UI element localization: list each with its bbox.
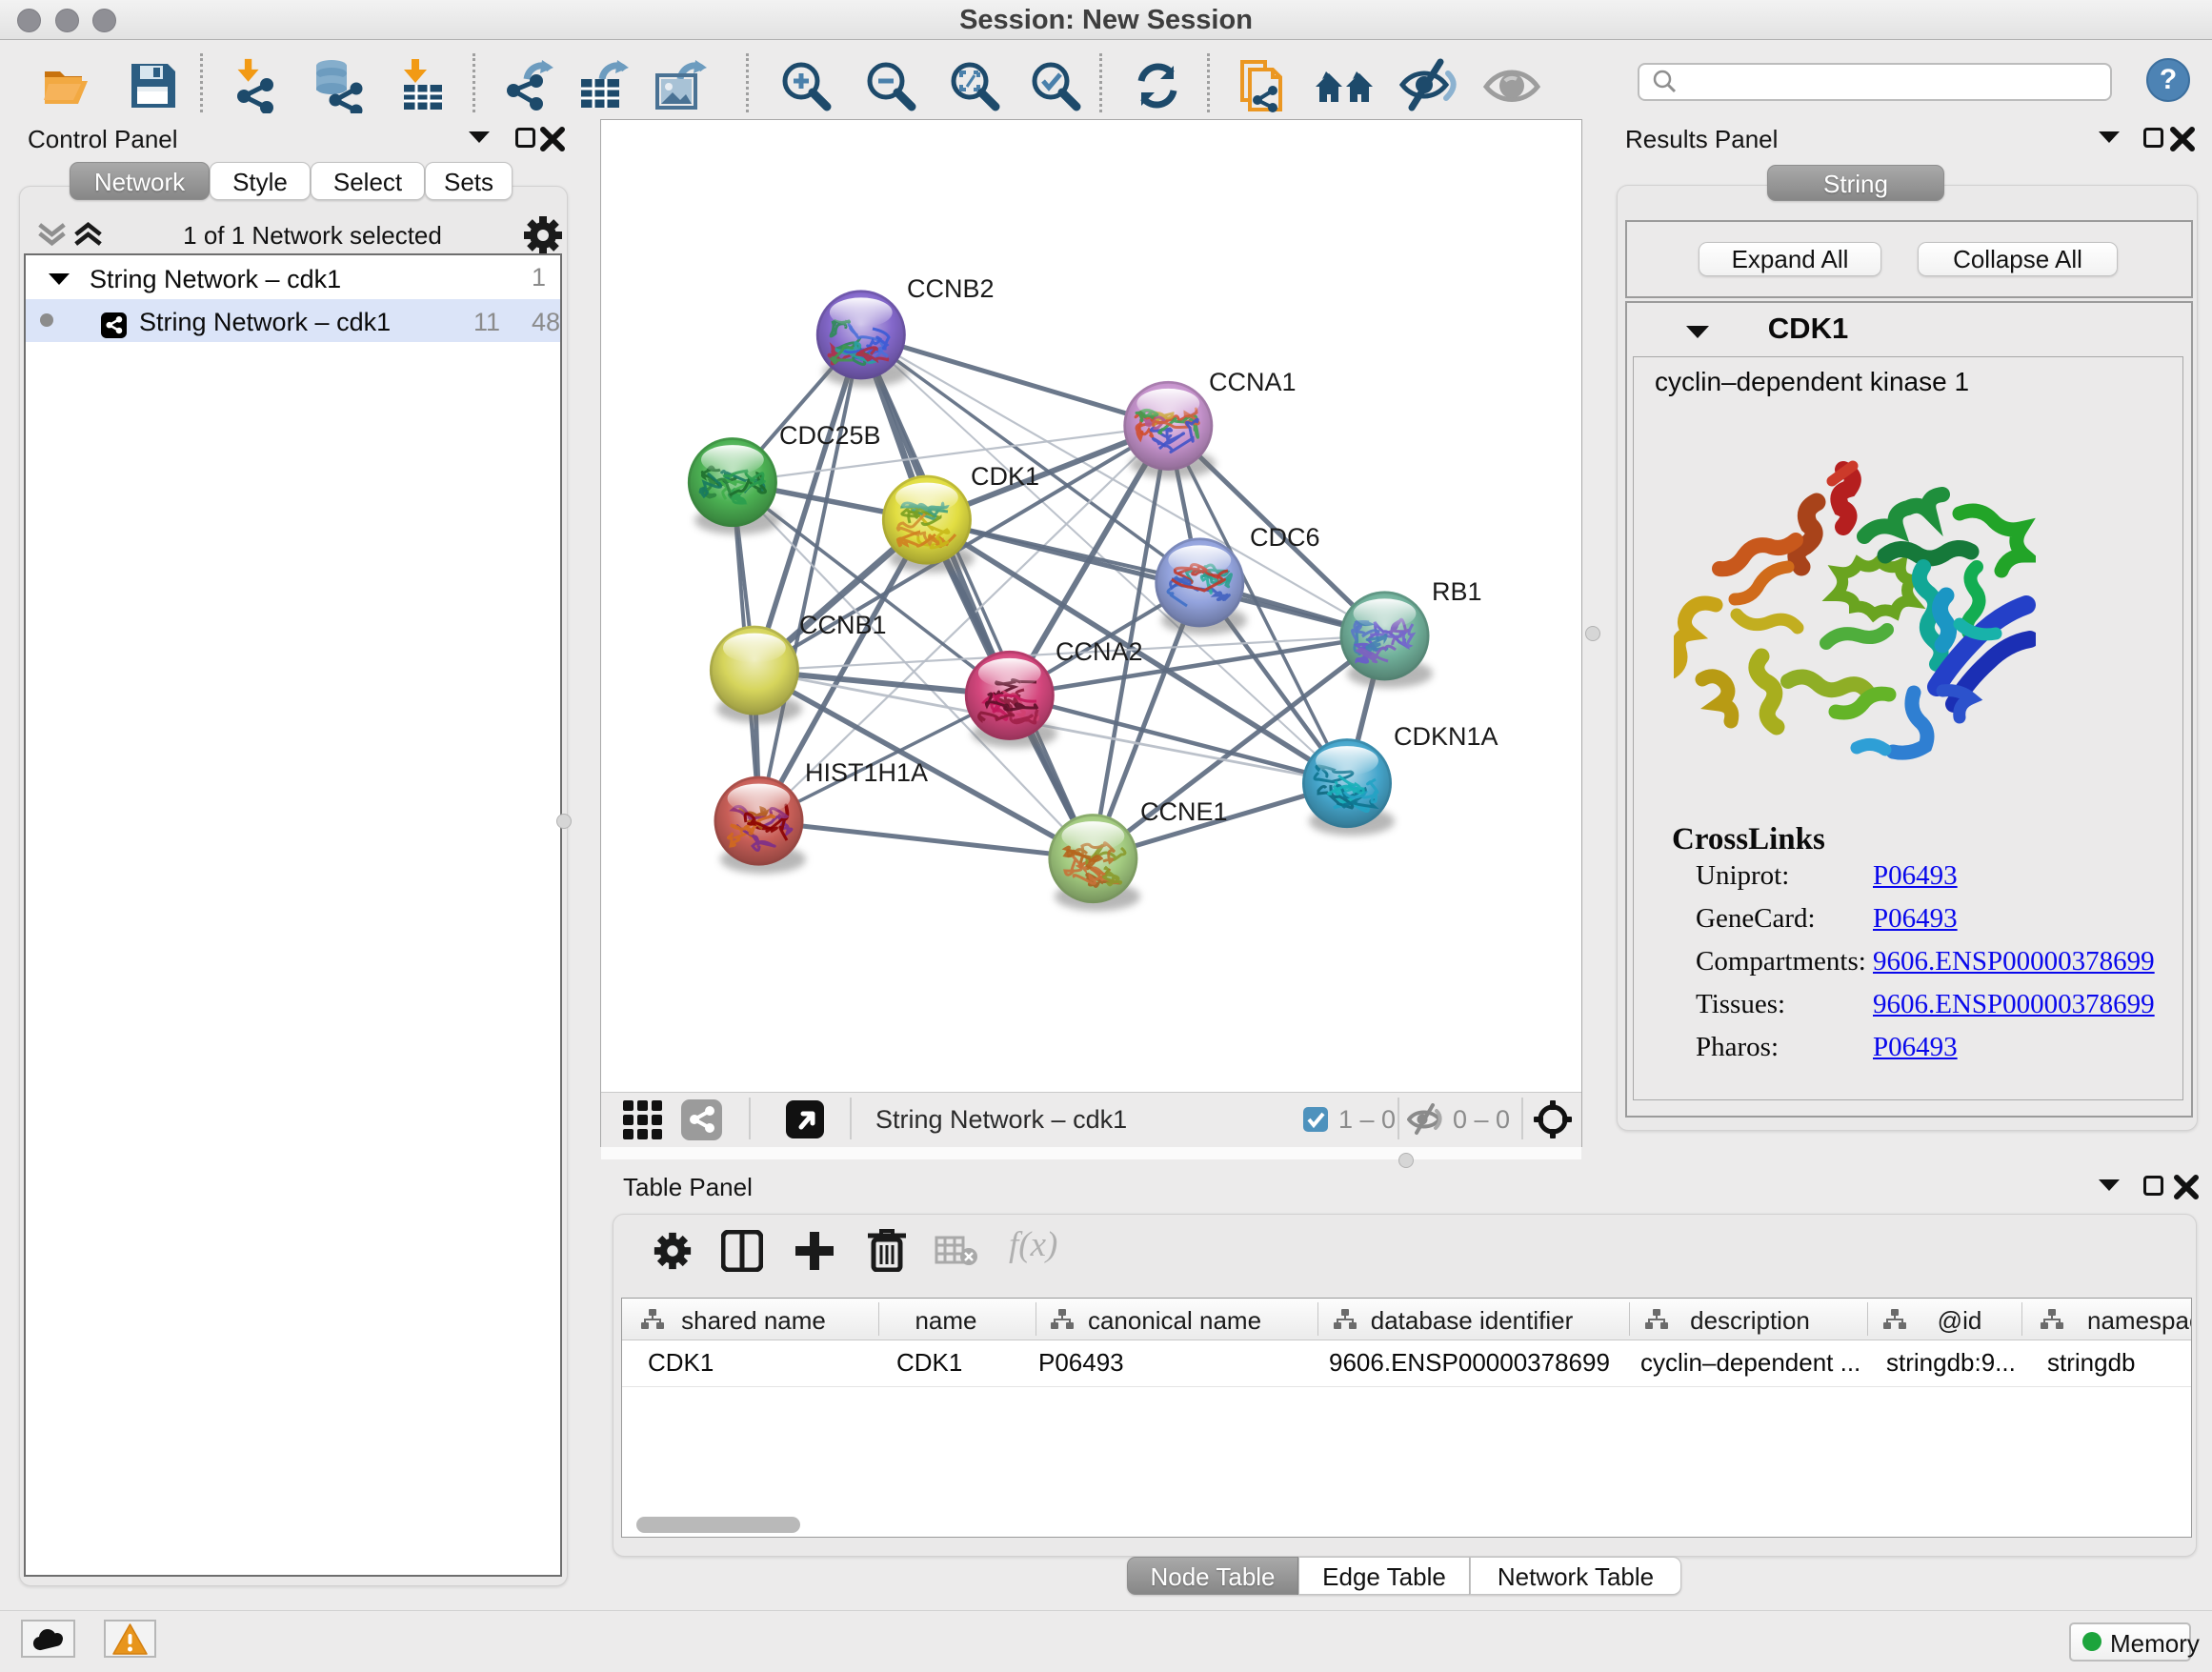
svg-text:CCNE1: CCNE1 <box>1140 797 1228 826</box>
svg-text:CCNB2: CCNB2 <box>907 274 995 303</box>
svg-text:RB1: RB1 <box>1432 577 1482 606</box>
svg-text:CDKN1A: CDKN1A <box>1394 722 1498 751</box>
svg-text:CCNA1: CCNA1 <box>1209 368 1297 396</box>
svg-text:CDC25B: CDC25B <box>779 421 881 450</box>
svg-text:?: ? <box>2160 64 2177 95</box>
svg-text:CCNB1: CCNB1 <box>799 611 887 639</box>
svg-text:HIST1H1A: HIST1H1A <box>805 758 928 787</box>
svg-text:CDC6: CDC6 <box>1250 523 1320 552</box>
svg-text:CCNA2: CCNA2 <box>1056 637 1143 666</box>
svg-text:CDK1: CDK1 <box>971 462 1039 491</box>
